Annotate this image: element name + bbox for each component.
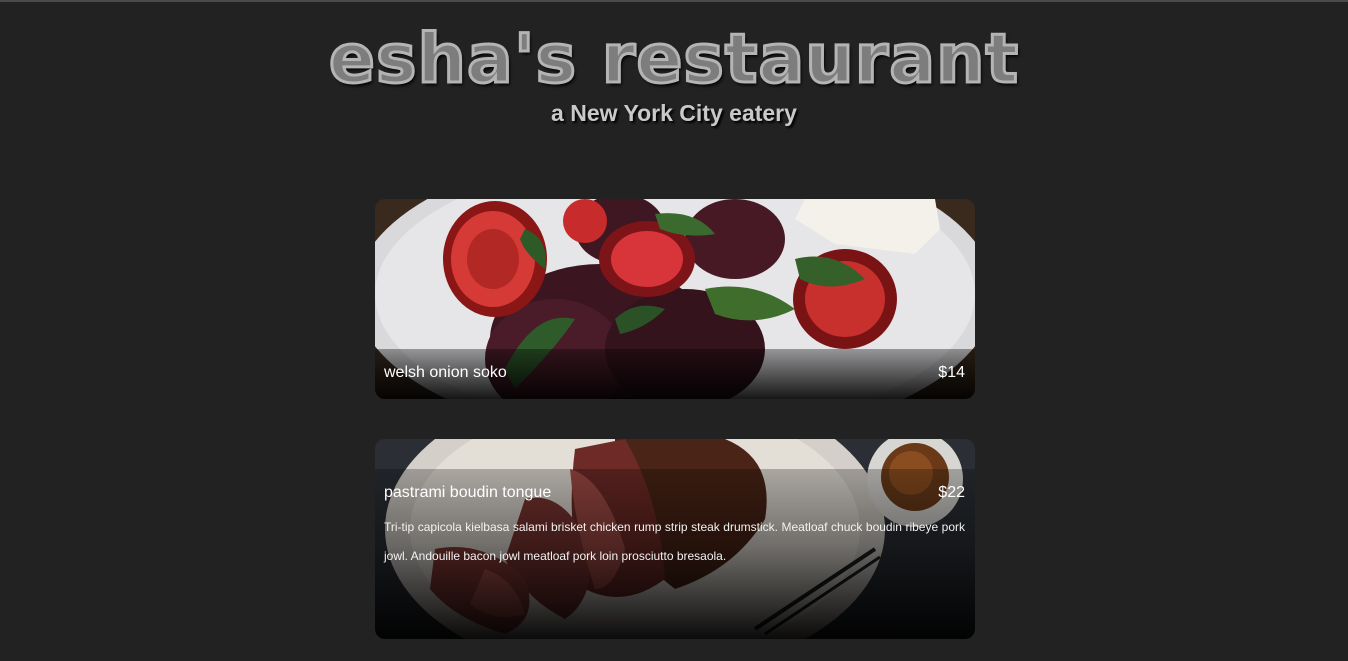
site-subtitle: a New York City eatery (551, 100, 797, 126)
menu-item-caption: pastrami boudin tongue $22 Tri-tip capic… (375, 469, 975, 639)
menu-item-description: Tri-tip capicola kielbasa salami brisket… (384, 520, 965, 563)
menu-item-name: pastrami boudin tongue (384, 484, 552, 501)
menu-item-name: welsh onion soko (384, 364, 507, 381)
menu-item-price: $14 (938, 364, 965, 381)
menu-item-card[interactable]: pastrami boudin tongue $22 Tri-tip capic… (375, 439, 975, 639)
menu-item-caption: welsh onion soko $14 (375, 349, 975, 399)
top-border (0, 0, 1348, 2)
site-title: esha's restaurant (327, 20, 1020, 99)
menu-item-card[interactable]: welsh onion soko $14 (375, 199, 975, 399)
menu-item-price: $22 (938, 484, 965, 501)
page-header: esha's restaurant a New York City eatery (0, 20, 1348, 128)
